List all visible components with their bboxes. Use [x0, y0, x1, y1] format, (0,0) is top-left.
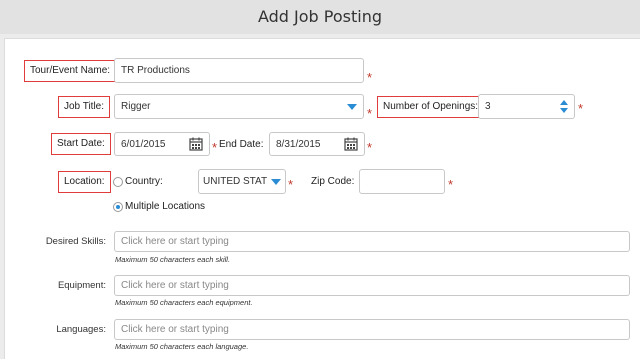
job-title-value: Rigger: [121, 101, 151, 112]
page-title: Add Job Posting: [257, 7, 383, 26]
job-title-label: Job Title:: [58, 96, 111, 118]
calendar-icon[interactable]: [189, 137, 203, 151]
zip-code-label: Zip Code:: [311, 176, 355, 187]
spinner-arrows-icon[interactable]: [560, 100, 568, 113]
openings-label: Number of Openings:: [377, 96, 485, 118]
job-title-required: *: [367, 106, 373, 121]
openings-value: 3: [485, 101, 491, 112]
zip-code-required: *: [448, 177, 454, 192]
tour-name-value: TR Productions: [121, 65, 190, 76]
openings-stepper[interactable]: 3: [478, 94, 575, 119]
desired-skills-input[interactable]: Click here or start typing: [114, 231, 630, 252]
openings-required: *: [578, 101, 584, 116]
zip-code-input[interactable]: [359, 169, 445, 194]
decrement-icon[interactable]: [560, 108, 568, 113]
desired-skills-placeholder: Click here or start typing: [121, 236, 229, 247]
start-date-label: Start Date:: [51, 133, 111, 155]
page-header: Add Job Posting: [0, 0, 640, 34]
equipment-label: Equipment:: [57, 280, 106, 291]
increment-icon[interactable]: [560, 100, 568, 105]
end-date-label: End Date:: [219, 139, 264, 150]
country-radio[interactable]: [113, 177, 123, 187]
desired-skills-label: Desired Skills:: [45, 236, 106, 247]
tour-name-required: *: [367, 70, 373, 85]
job-title-select[interactable]: Rigger: [114, 94, 364, 119]
tour-name-input[interactable]: TR Productions: [114, 58, 364, 83]
end-date-required: *: [367, 140, 373, 155]
desired-skills-hint: Maximum 50 characters each skill.: [115, 255, 231, 264]
start-date-input[interactable]: 6/01/2015: [114, 132, 210, 156]
start-date-required: *: [212, 140, 218, 155]
end-date-value: 8/31/2015: [276, 138, 321, 150]
calendar-icon[interactable]: [344, 137, 358, 151]
equipment-placeholder: Click here or start typing: [121, 280, 229, 291]
languages-label: Languages:: [56, 324, 106, 335]
country-select[interactable]: UNITED STAT: [198, 169, 286, 194]
equipment-input[interactable]: Click here or start typing: [114, 275, 630, 296]
languages-input[interactable]: Click here or start typing: [114, 319, 630, 340]
form-panel: Tour/Event Name: TR Productions * Job Ti…: [4, 38, 640, 359]
location-label: Location:: [58, 171, 111, 193]
tour-name-label: Tour/Event Name:: [24, 60, 117, 82]
end-date-input[interactable]: 8/31/2015: [269, 132, 365, 156]
country-required: *: [288, 177, 294, 192]
equipment-hint: Maximum 50 characters each equipment.: [115, 298, 253, 307]
multiple-locations-label: Multiple Locations: [125, 201, 206, 212]
chevron-down-icon: [347, 103, 357, 110]
country-value: UNITED STAT: [203, 176, 268, 187]
country-label: Country:: [125, 176, 163, 187]
languages-hint: Maximum 50 characters each language.: [115, 342, 249, 351]
multiple-locations-radio[interactable]: [113, 202, 123, 212]
chevron-down-icon: [271, 178, 281, 185]
start-date-value: 6/01/2015: [121, 138, 166, 150]
languages-placeholder: Click here or start typing: [121, 324, 229, 335]
